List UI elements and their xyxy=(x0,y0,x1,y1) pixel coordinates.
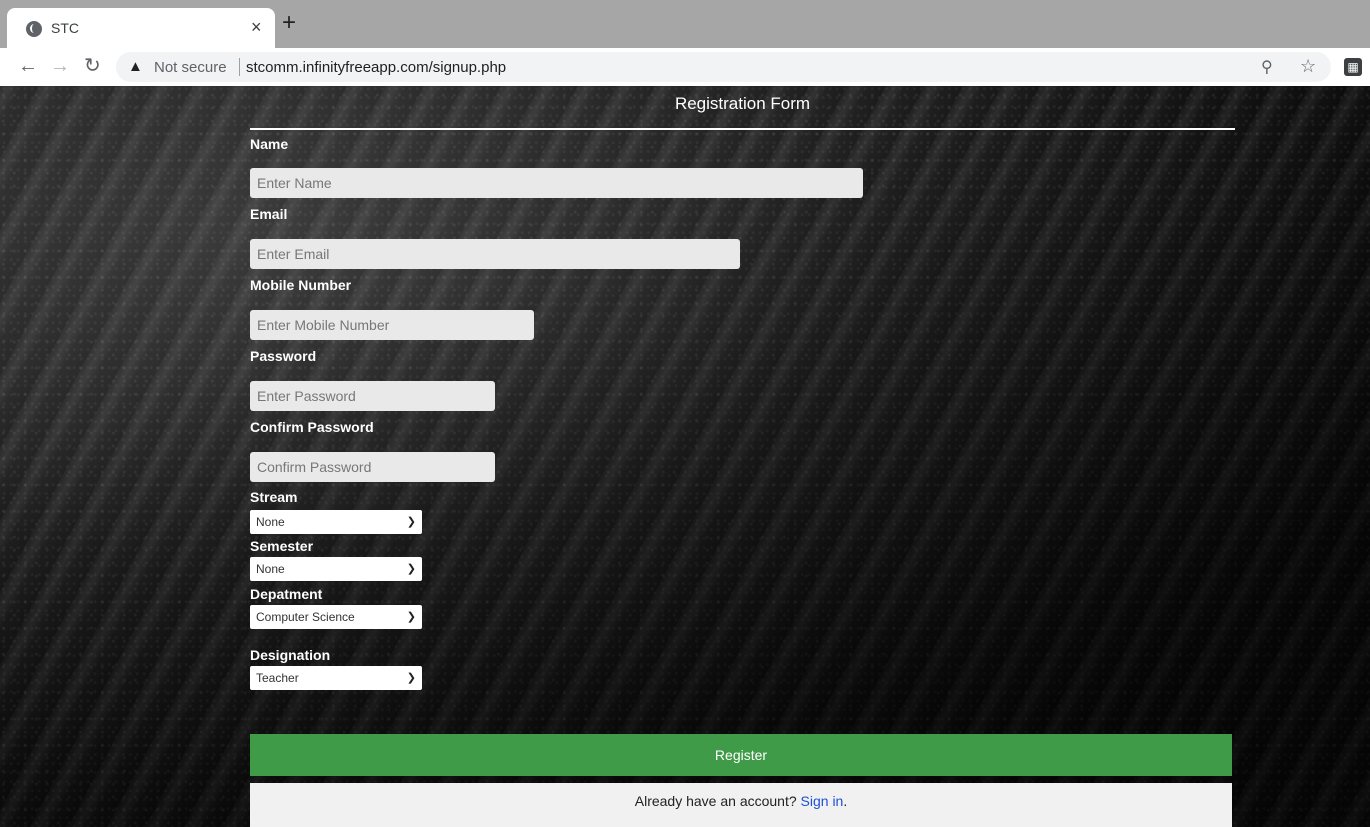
bookmark-star-icon[interactable]: ☆ xyxy=(1300,56,1316,77)
name-label: Name xyxy=(250,136,289,152)
address-bar[interactable]: ▲ Not secure stcomm.infinityfreeapp.com/… xyxy=(116,52,1331,82)
warning-icon[interactable]: ▲ xyxy=(128,58,143,75)
back-arrow-icon[interactable]: ← xyxy=(18,56,38,76)
stream-value: None xyxy=(256,515,285,529)
semester-value: None xyxy=(256,562,285,576)
browser-tab[interactable]: STC × xyxy=(7,8,275,48)
confirm-password-input[interactable] xyxy=(250,452,495,482)
department-label: Depatment xyxy=(250,586,323,602)
register-button[interactable]: Register xyxy=(250,734,1232,776)
name-input[interactable] xyxy=(250,168,863,198)
signin-suffix: . xyxy=(843,793,848,809)
tab-title: STC xyxy=(51,20,79,36)
tab-strip: STC × + xyxy=(0,0,1370,48)
email-input[interactable] xyxy=(250,239,740,269)
globe-icon xyxy=(26,21,42,37)
confirm-password-label: Confirm Password xyxy=(250,419,374,435)
chevron-down-icon: ❯ xyxy=(406,563,416,575)
extension-icon[interactable]: ▦ xyxy=(1344,58,1362,76)
url-text[interactable]: stcomm.infinityfreeapp.com/signup.php xyxy=(246,59,506,76)
signin-link[interactable]: Sign in xyxy=(801,793,844,809)
page-background: Registration Form Name Email Mobile Numb… xyxy=(0,86,1370,827)
department-select[interactable]: Computer Science ❯ xyxy=(250,605,422,629)
password-input[interactable] xyxy=(250,381,495,411)
mobile-label: Mobile Number xyxy=(250,277,352,293)
semester-select[interactable]: None ❯ xyxy=(250,557,422,581)
security-label[interactable]: Not secure xyxy=(154,59,227,76)
title-divider xyxy=(250,128,1235,130)
zoom-icon[interactable]: ⚲ xyxy=(1261,57,1273,77)
designation-value: Teacher xyxy=(256,671,299,685)
password-label: Password xyxy=(250,348,317,364)
signin-container: Already have an account? Sign in. xyxy=(250,783,1232,827)
chevron-down-icon: ❯ xyxy=(406,672,416,684)
stream-label: Stream xyxy=(250,489,298,505)
mobile-input[interactable] xyxy=(250,310,534,340)
close-tab-icon[interactable]: × xyxy=(251,18,262,36)
stream-select[interactable]: None ❯ xyxy=(250,510,422,534)
form-title: Registration Form xyxy=(674,94,811,113)
chevron-down-icon: ❯ xyxy=(406,516,416,528)
reload-icon[interactable]: ↻ xyxy=(84,56,101,76)
email-label: Email xyxy=(250,206,288,222)
browser-toolbar: ← → ↻ ▲ Not secure stcomm.infinityfreeap… xyxy=(0,48,1370,86)
designation-select[interactable]: Teacher ❯ xyxy=(250,666,422,690)
forward-arrow-icon[interactable]: → xyxy=(50,56,70,76)
address-divider xyxy=(239,58,240,76)
semester-label: Semester xyxy=(250,538,314,554)
department-value: Computer Science xyxy=(256,610,355,624)
signin-prompt: Already have an account? xyxy=(634,793,801,809)
registration-form: Registration Form Name Email Mobile Numb… xyxy=(250,86,1235,827)
new-tab-button[interactable]: + xyxy=(282,11,296,35)
designation-label: Designation xyxy=(250,647,331,663)
chevron-down-icon: ❯ xyxy=(406,611,416,623)
